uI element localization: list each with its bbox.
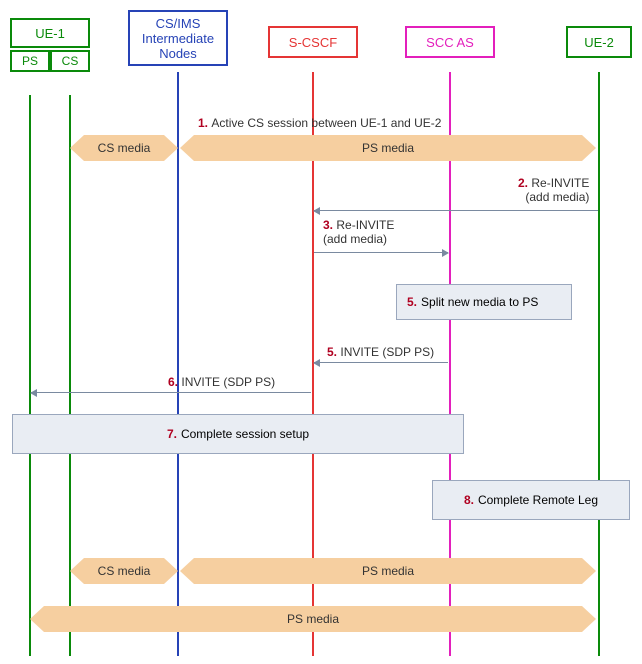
actor-intermediate: CS/IMS Intermediate Nodes [128, 10, 228, 66]
step-6-label: 6. INVITE (SDP PS) [168, 375, 275, 389]
step-3-text-a: Re-INVITE [336, 218, 394, 232]
step-8-text: Complete Remote Leg [478, 493, 598, 507]
step-1-num: 1. [198, 116, 208, 130]
media-ps-top: PS media [194, 135, 582, 161]
actor-sccas: SCC AS [405, 26, 495, 58]
step-5-action-box: 5. Split new media to PS [396, 284, 572, 320]
step-6-text: INVITE (SDP PS) [181, 375, 275, 389]
media-cs-top: CS media [84, 135, 164, 161]
step-2-text-a: Re-INVITE [531, 176, 589, 190]
step-5-box-text: Split new media to PS [421, 295, 538, 309]
step-6-num: 6. [168, 375, 178, 389]
actor-ue1-cs: CS [50, 50, 90, 72]
actor-ue1-ps: PS [10, 50, 50, 72]
media-ps-wide: PS media [44, 606, 582, 632]
step-8-action-box: 8. Complete Remote Leg [432, 480, 630, 520]
step-7-text: Complete session setup [181, 427, 309, 441]
step-8-num: 8. [464, 493, 474, 507]
step-5-msg-text: INVITE (SDP PS) [340, 345, 434, 359]
step-3-text-b: (add media) [323, 232, 387, 246]
step-5-msg-label: 5. INVITE (SDP PS) [327, 345, 434, 359]
step-2-label: 2. Re-INVITE (add media) [518, 176, 589, 204]
actor-ue2: UE-2 [566, 26, 632, 58]
arrow-step-3 [314, 252, 448, 253]
lifeline-ue2 [598, 72, 600, 656]
step-3-label: 3. Re-INVITE (add media) [323, 218, 394, 246]
arrow-step-5 [314, 362, 448, 363]
actor-scscf: S-CSCF [268, 26, 358, 58]
media-cs-bottom: CS media [84, 558, 164, 584]
lifeline-ue1-ps [29, 95, 31, 656]
arrow-step-2 [314, 210, 598, 211]
media-ps-bottom-right: PS media [194, 558, 582, 584]
step-5-msg-num: 5. [327, 345, 337, 359]
step-2-text-b: (add media) [525, 190, 589, 204]
step-5-box-num: 5. [407, 295, 417, 309]
step-7-num: 7. [167, 427, 177, 441]
step-7-action-box: 7. Complete session setup [12, 414, 464, 454]
step-3-num: 3. [323, 218, 333, 232]
step-1-label: 1. Active CS session between UE-1 and UE… [198, 116, 441, 130]
actor-ue1: UE-1 [10, 18, 90, 48]
step-1-text: Active CS session between UE-1 and UE-2 [211, 116, 441, 130]
arrow-step-6 [31, 392, 311, 393]
step-2-num: 2. [518, 176, 528, 190]
